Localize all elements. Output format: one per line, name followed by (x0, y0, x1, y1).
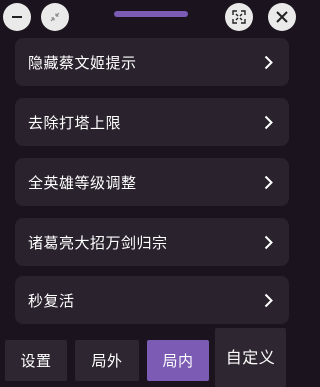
chevron-right-icon (264, 115, 273, 130)
tab-outside-match[interactable]: 局外 (75, 340, 139, 381)
chevron-right-icon (264, 235, 273, 250)
list-item[interactable]: 隐藏蔡文姬提示 (15, 38, 289, 86)
chevron-right-icon (264, 175, 273, 190)
list-item[interactable]: 诸葛亮大招万剑归宗 (15, 218, 289, 266)
list-item-label: 诸葛亮大招万剑归宗 (28, 233, 168, 252)
tab-settings[interactable]: 设置 (5, 340, 67, 381)
expand-arrows-icon (231, 9, 247, 25)
tab-custom[interactable]: 自定义 (215, 328, 286, 387)
shrink-arrows-icon (48, 10, 62, 24)
list-item[interactable]: 去除打塔上限 (15, 98, 289, 146)
list-item[interactable]: 秒复活 (15, 276, 289, 324)
drag-handle[interactable] (114, 11, 188, 17)
list-item-label: 全英雄等级调整 (28, 173, 137, 192)
collapse-button[interactable] (41, 3, 69, 31)
list-item-label: 秒复活 (28, 291, 75, 310)
expand-button[interactable] (225, 3, 253, 31)
tab-in-match[interactable]: 局内 (147, 340, 209, 381)
list-item-label: 隐藏蔡文姬提示 (28, 53, 137, 72)
window-header (0, 0, 300, 38)
close-button[interactable] (268, 3, 296, 31)
list-item[interactable]: 全英雄等级调整 (15, 158, 289, 206)
bottom-tab-bar: 设置 局外 局内 自定义 (0, 328, 300, 387)
chevron-right-icon (264, 293, 273, 308)
minus-icon (10, 10, 24, 24)
close-icon (275, 10, 289, 24)
list-item-label: 去除打塔上限 (28, 113, 122, 132)
minimize-button[interactable] (3, 3, 31, 31)
chevron-right-icon (264, 55, 273, 70)
